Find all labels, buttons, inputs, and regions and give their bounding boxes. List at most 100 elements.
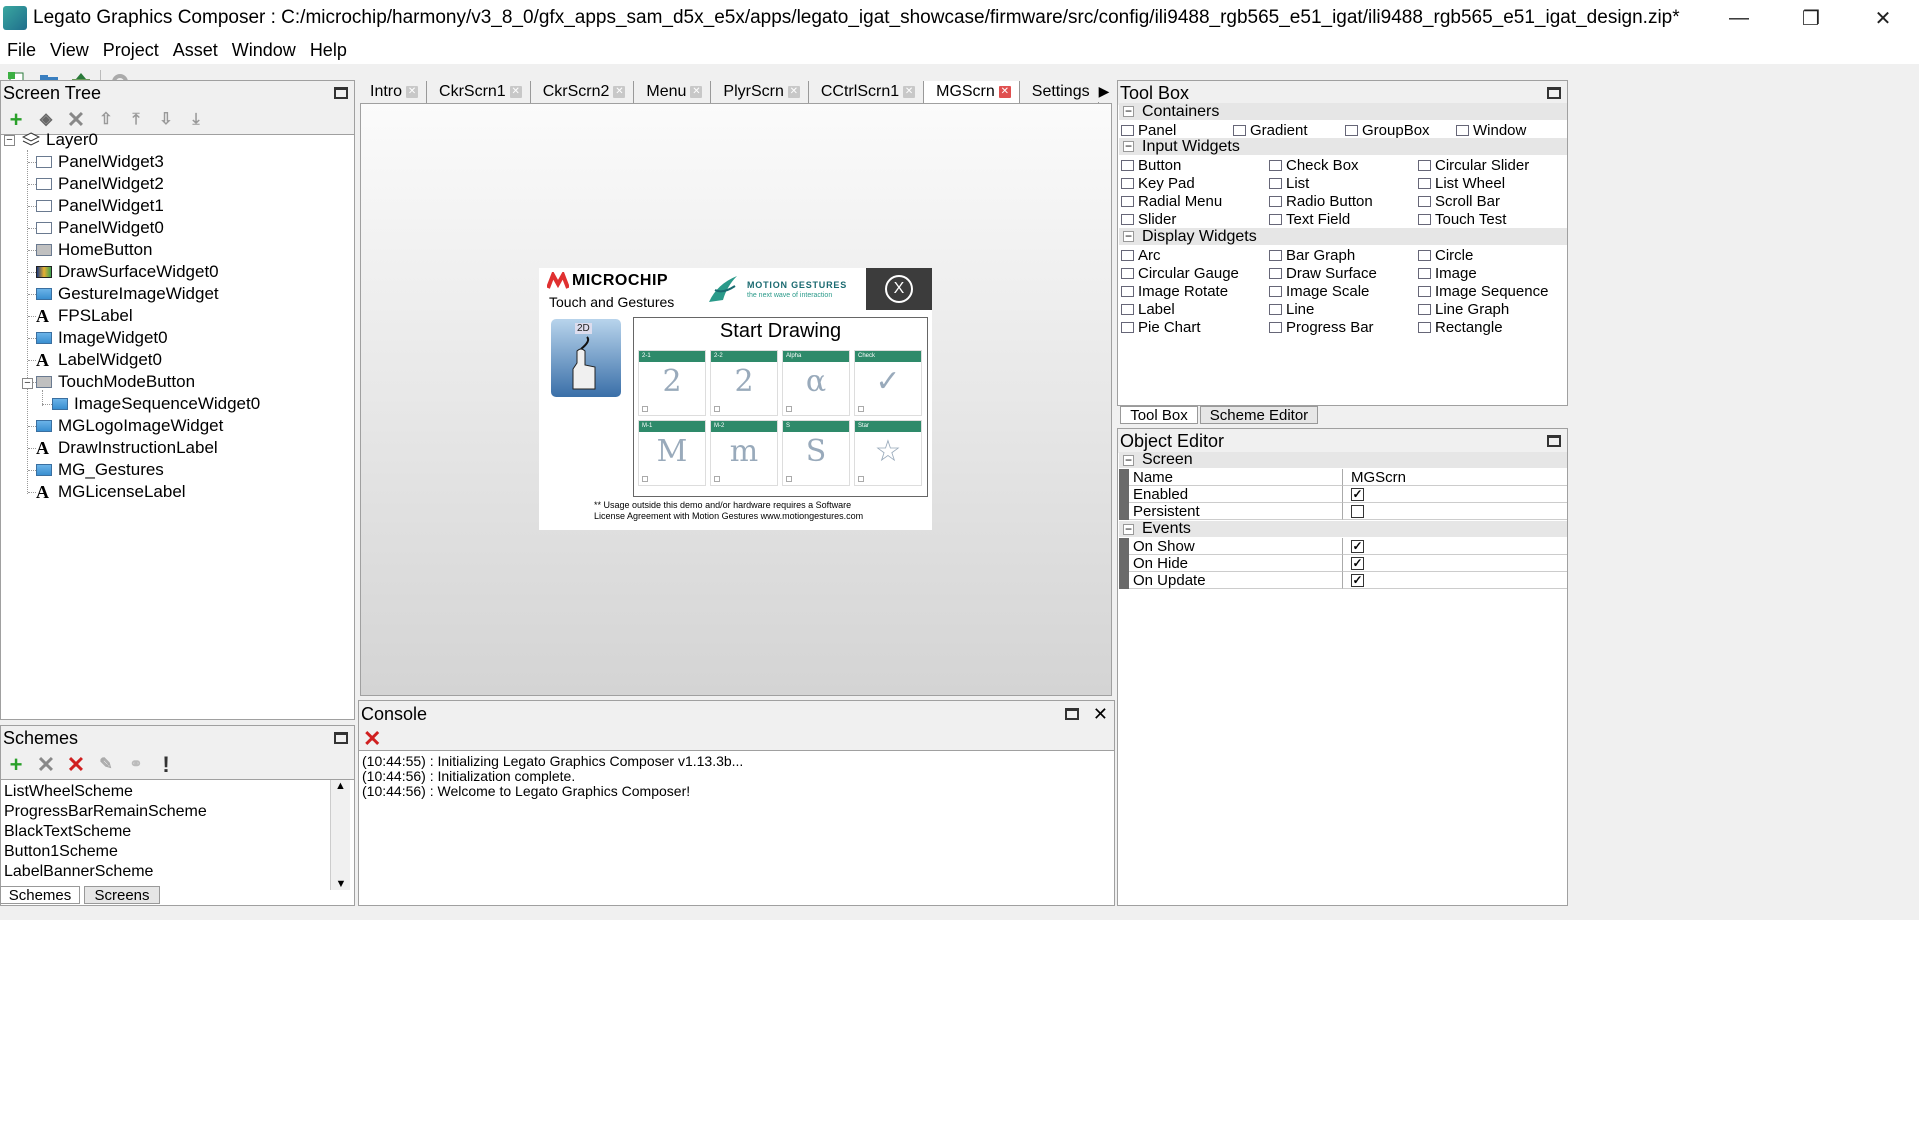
property-checkbox[interactable]: ✓ [1351, 573, 1364, 587]
tree-item[interactable]: PanelWidget0 [36, 217, 164, 239]
gesture-card[interactable]: 2-2 2 [710, 350, 778, 416]
toolbox-item[interactable]: Rectangle [1418, 318, 1503, 336]
move-top-icon[interactable]: ⤒ [125, 109, 147, 131]
toolbox-item[interactable]: Draw Surface [1269, 264, 1377, 282]
tree-item[interactable]: PanelWidget1 [36, 195, 164, 217]
tab-close-icon[interactable]: ✕ [509, 86, 522, 98]
close-window-button[interactable]: ✕ [1847, 0, 1919, 36]
draw-surface[interactable]: Start Drawing 2-1 2 2-2 2 Alpha α Check ✓ M-1 M M-… [633, 317, 928, 497]
toolbox-item[interactable]: Text Field [1269, 210, 1350, 228]
gesture-card[interactable]: 2-1 2 [638, 350, 706, 416]
panel-restore-icon[interactable] [334, 87, 348, 99]
maximize-button[interactable]: ❐ [1775, 0, 1847, 36]
toolbox-item[interactable]: Line [1269, 300, 1314, 318]
delete-scheme-icon[interactable]: ✕ [65, 753, 87, 776]
collapse-icon[interactable]: − [1123, 523, 1134, 535]
toolbox-item[interactable]: List Wheel [1418, 174, 1505, 192]
toolbox-item[interactable]: Line Graph [1418, 300, 1509, 318]
tab-close-icon[interactable]: ✕ [787, 86, 800, 98]
tree-item[interactable]: PanelWidget2 [36, 173, 164, 195]
tab-ckrscrn2[interactable]: CkrScrn2 ✕ [531, 81, 635, 103]
collapse-icon[interactable]: − [1123, 230, 1134, 242]
tree-item[interactable]: A LabelWidget0 [36, 349, 162, 371]
gesture-card[interactable]: M-2 m [710, 420, 778, 486]
toolbox-item[interactable]: Button [1121, 156, 1181, 174]
tab-menu[interactable]: Menu ✕ [634, 81, 712, 103]
property-value[interactable]: ✓ [1343, 538, 1567, 555]
toolbox-item[interactable]: Image Sequence [1418, 282, 1548, 300]
delete-icon[interactable]: ✕ [65, 108, 87, 131]
layer-icon[interactable]: ◈ [35, 109, 57, 131]
tab-scroll-right-icon[interactable]: ▶ [1095, 80, 1113, 102]
tab-cctrlscrn1[interactable]: CCtrlScrn1 ✕ [809, 81, 925, 103]
property-value[interactable]: ✓ [1343, 572, 1567, 589]
menu-window[interactable]: Window [225, 40, 303, 61]
tab-intro[interactable]: Intro ✕ [358, 81, 428, 103]
property-checkbox[interactable]: ✓ [1351, 539, 1364, 553]
minimize-button[interactable]: — [1703, 0, 1775, 36]
layer-expander[interactable]: − [4, 135, 15, 146]
tree-item[interactable]: A FPSLabel [36, 305, 133, 327]
gesture-card[interactable]: SS [782, 420, 850, 486]
tree-root-layer[interactable]: Layer0 [22, 129, 98, 151]
toolbox-item[interactable]: Label [1121, 300, 1175, 318]
property-value[interactable]: ✓ [1343, 486, 1567, 503]
collapse-icon[interactable]: − [1123, 105, 1134, 117]
menu-view[interactable]: View [43, 40, 96, 61]
property-checkbox[interactable]: ✓ [1351, 556, 1364, 570]
gesture-card[interactable]: Check ✓ [854, 350, 922, 416]
property-value[interactable]: ✓ [1343, 555, 1567, 572]
scheme-item[interactable]: ProgressBarRemainScheme [1, 802, 354, 822]
remove-scheme-icon[interactable]: ✕ [35, 753, 57, 776]
toolbox-section[interactable]: − Containers [1119, 103, 1567, 120]
tree-item[interactable]: GestureImageWidget [36, 283, 219, 305]
home-button[interactable]: X [866, 268, 932, 310]
tree-item[interactable]: DrawSurfaceWidget0 [36, 261, 219, 283]
toolbox-item[interactable]: Check Box [1269, 156, 1359, 174]
move-bottom-icon[interactable]: ⤓ [185, 109, 207, 131]
property-row[interactable]: On Update ✓ [1119, 572, 1567, 589]
tab-close-icon[interactable]: ✕ [613, 86, 626, 98]
scheme-item[interactable]: LabelBannerScheme [1, 862, 354, 882]
console-close-icon[interactable]: ✕ [1093, 704, 1108, 725]
gesture-card[interactable]: M-1 M [638, 420, 706, 486]
oe-section-events[interactable]: − Events [1119, 520, 1567, 537]
edit-icon[interactable]: ✎ [95, 754, 117, 776]
tab-close-icon[interactable]: ✕ [406, 86, 419, 98]
tree-item[interactable]: ImageWidget0 [36, 327, 168, 349]
toolbox-section[interactable]: − Display Widgets [1119, 228, 1567, 245]
toolbox-section[interactable]: − Input Widgets [1119, 138, 1567, 155]
toolbox-item[interactable]: Window [1456, 121, 1526, 139]
tab-close-icon[interactable]: ✕ [903, 86, 916, 98]
tree-item[interactable]: A DrawInstructionLabel [36, 437, 218, 459]
toolbox-item[interactable]: Scroll Bar [1418, 192, 1500, 210]
panel-restore-icon[interactable] [334, 732, 348, 744]
scroll-up-icon[interactable]: ▲ [331, 780, 350, 792]
toolbox-item[interactable]: Touch Test [1418, 210, 1506, 228]
tree-item[interactable]: A MGLicenseLabel [36, 481, 186, 503]
toolbox-item[interactable]: GroupBox [1345, 121, 1430, 139]
tab-mgscrn[interactable]: MGScrn ✕ [924, 81, 1020, 103]
move-up-icon[interactable]: ⇧ [95, 109, 117, 131]
property-row[interactable]: Name MGScrn [1119, 469, 1567, 486]
scheme-item[interactable]: Button1Scheme [1, 842, 354, 862]
toolbox-item[interactable]: Circular Gauge [1121, 264, 1239, 282]
scroll-down-icon[interactable]: ▼ [331, 878, 351, 890]
clear-console-icon[interactable]: ✕ [363, 726, 381, 752]
screen-preview[interactable]: MICROCHIP Touch and Gestures MOTION GEST… [539, 268, 932, 530]
toolbox-item[interactable]: Image Rotate [1121, 282, 1228, 300]
tab-close-icon[interactable]: ✕ [690, 86, 703, 98]
add-widget-icon[interactable]: + [5, 108, 27, 131]
property-row[interactable]: Enabled ✓ [1119, 486, 1567, 503]
panel-restore-icon[interactable] [1064, 708, 1079, 720]
touch-mode-button[interactable]: 2D [551, 319, 621, 397]
tab-settings[interactable]: Settings [1020, 81, 1099, 103]
tree-item[interactable]: HomeButton [36, 239, 153, 261]
collapse-icon[interactable]: − [1123, 454, 1134, 466]
toolbox-item[interactable]: Bar Graph [1269, 246, 1355, 264]
property-row[interactable]: Persistent [1119, 503, 1567, 520]
toolbox-item[interactable]: Panel [1121, 121, 1176, 139]
tab-ckrscrn1[interactable]: CkrScrn1 ✕ [427, 81, 531, 103]
toolbox-item[interactable]: Arc [1121, 246, 1161, 264]
panel-restore-icon[interactable] [1547, 435, 1561, 447]
